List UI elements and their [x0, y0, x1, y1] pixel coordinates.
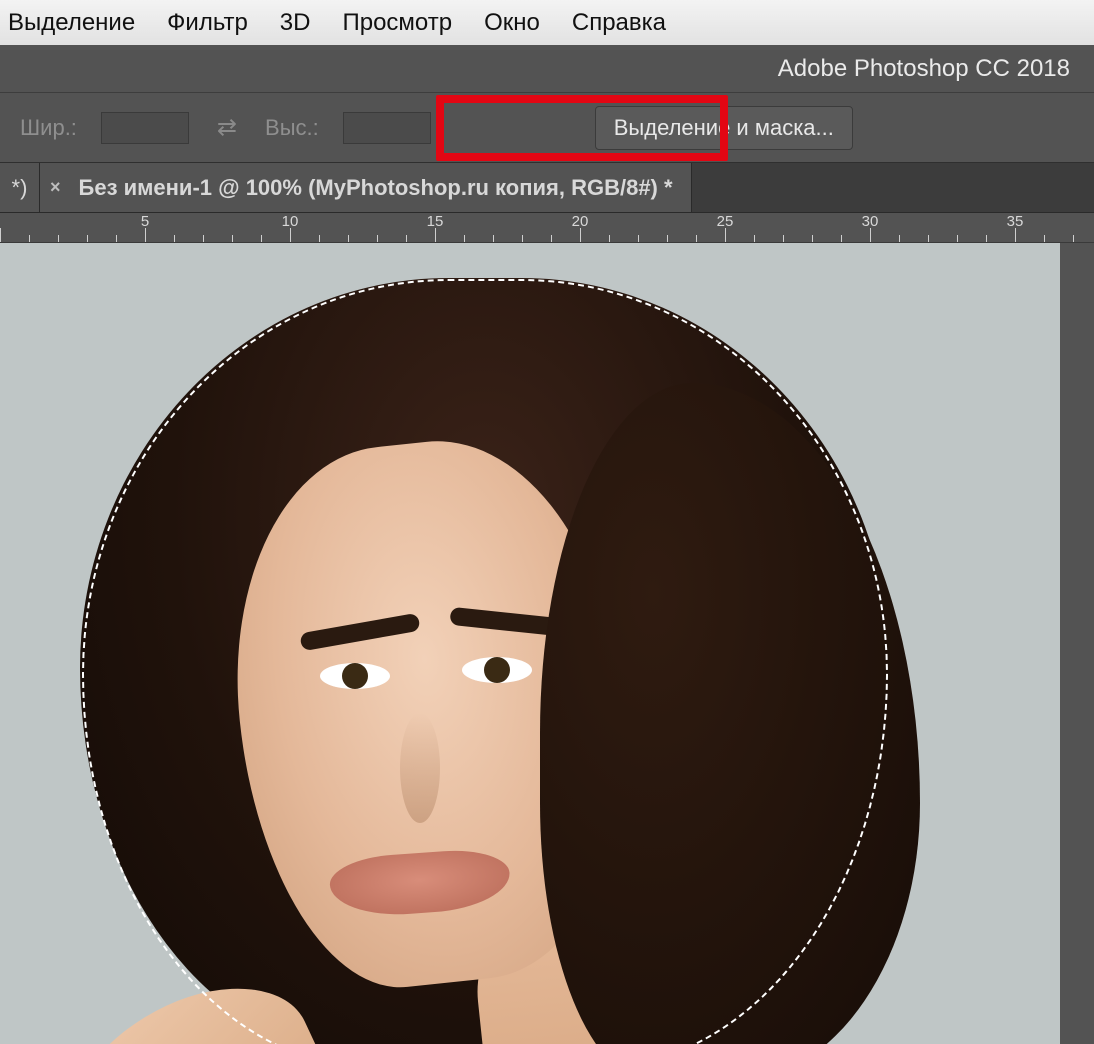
ruler-tick [986, 235, 987, 242]
ruler-tick [493, 235, 494, 242]
ruler-tick [1015, 228, 1016, 242]
ruler-tick [638, 235, 639, 242]
ruler-tick [58, 235, 59, 242]
ruler-tick [580, 228, 581, 242]
document-image [0, 243, 1060, 1044]
ruler-tick [435, 228, 436, 242]
menu-selection[interactable]: Выделение [8, 9, 135, 37]
ruler-tick [145, 228, 146, 242]
options-bar: Шир.: ⇄ Выс.: Выделение и маска... [0, 93, 1094, 163]
app-title: Adobe Photoshop CC 2018 [778, 55, 1070, 83]
ruler-tick [928, 235, 929, 242]
menu-view[interactable]: Просмотр [342, 9, 452, 37]
ruler-tick [1044, 235, 1045, 242]
document-tab-title: Без имени-1 @ 100% (MyPhotoshop.ru копия… [79, 175, 673, 201]
document-tab-bar: *) × Без имени-1 @ 100% (MyPhotoshop.ru … [0, 163, 1094, 213]
app-menu-bar: Выделение Фильтр 3D Просмотр Окно Справк… [0, 0, 1094, 45]
ruler-tick [841, 235, 842, 242]
ruler-tick [261, 235, 262, 242]
width-input[interactable] [101, 112, 189, 144]
ruler-tick [667, 235, 668, 242]
ruler-number: 25 [717, 213, 734, 230]
ruler-tick [116, 235, 117, 242]
ruler-tick [319, 235, 320, 242]
ruler-tick [1073, 235, 1074, 242]
height-label: Выс.: [265, 115, 319, 141]
ruler-tick [696, 235, 697, 242]
ruler-tick [551, 235, 552, 242]
ruler-tick [0, 228, 1, 242]
width-label: Шир.: [20, 115, 77, 141]
horizontal-ruler[interactable]: 5 10 15 20 25 30 35 [0, 213, 1094, 243]
ruler-tick [232, 235, 233, 242]
ruler-tick [406, 235, 407, 242]
ruler-number: 30 [862, 213, 879, 230]
menu-help[interactable]: Справка [572, 9, 666, 37]
ruler-tick [377, 235, 378, 242]
menu-3d[interactable]: 3D [280, 9, 311, 37]
ruler-tick [609, 235, 610, 242]
canvas-area[interactable] [0, 243, 1094, 1044]
ruler-tick [29, 235, 30, 242]
ruler-number: 35 [1007, 213, 1024, 230]
ruler-number: 5 [141, 213, 149, 230]
select-and-mask-label: Выделение и маска... [614, 115, 834, 141]
ruler-tick [203, 235, 204, 242]
portrait-eye-right [462, 657, 532, 683]
document-tab-prev[interactable]: *) [0, 163, 40, 212]
ruler-tick [783, 235, 784, 242]
ruler-tick [754, 235, 755, 242]
ruler-number: 15 [427, 213, 444, 230]
document-tab-active[interactable]: × Без имени-1 @ 100% (MyPhotoshop.ru коп… [40, 163, 692, 212]
ruler-tick [957, 235, 958, 242]
ruler-tick [348, 235, 349, 242]
ruler-number: 20 [572, 213, 589, 230]
ruler-tick [174, 235, 175, 242]
ruler-number: 10 [282, 213, 299, 230]
menu-filter[interactable]: Фильтр [167, 9, 248, 37]
portrait-hair-right [540, 383, 920, 1044]
select-and-mask-button[interactable]: Выделение и маска... [595, 106, 853, 150]
ruler-tick [812, 235, 813, 242]
ruler-tick [522, 235, 523, 242]
menu-window[interactable]: Окно [484, 9, 540, 37]
portrait-eye-left [320, 663, 390, 689]
ruler-tick [725, 228, 726, 242]
ruler-tick [290, 228, 291, 242]
portrait-nose [400, 713, 440, 823]
height-input[interactable] [343, 112, 431, 144]
ruler-tick [464, 235, 465, 242]
ruler-tick [870, 228, 871, 242]
document-tab-prev-label: *) [12, 175, 28, 201]
window-title-bar: Adobe Photoshop CC 2018 [0, 45, 1094, 93]
swap-dimensions-icon[interactable]: ⇄ [213, 113, 241, 142]
ruler-tick [87, 235, 88, 242]
close-icon[interactable]: × [50, 177, 61, 198]
ruler-tick [899, 235, 900, 242]
